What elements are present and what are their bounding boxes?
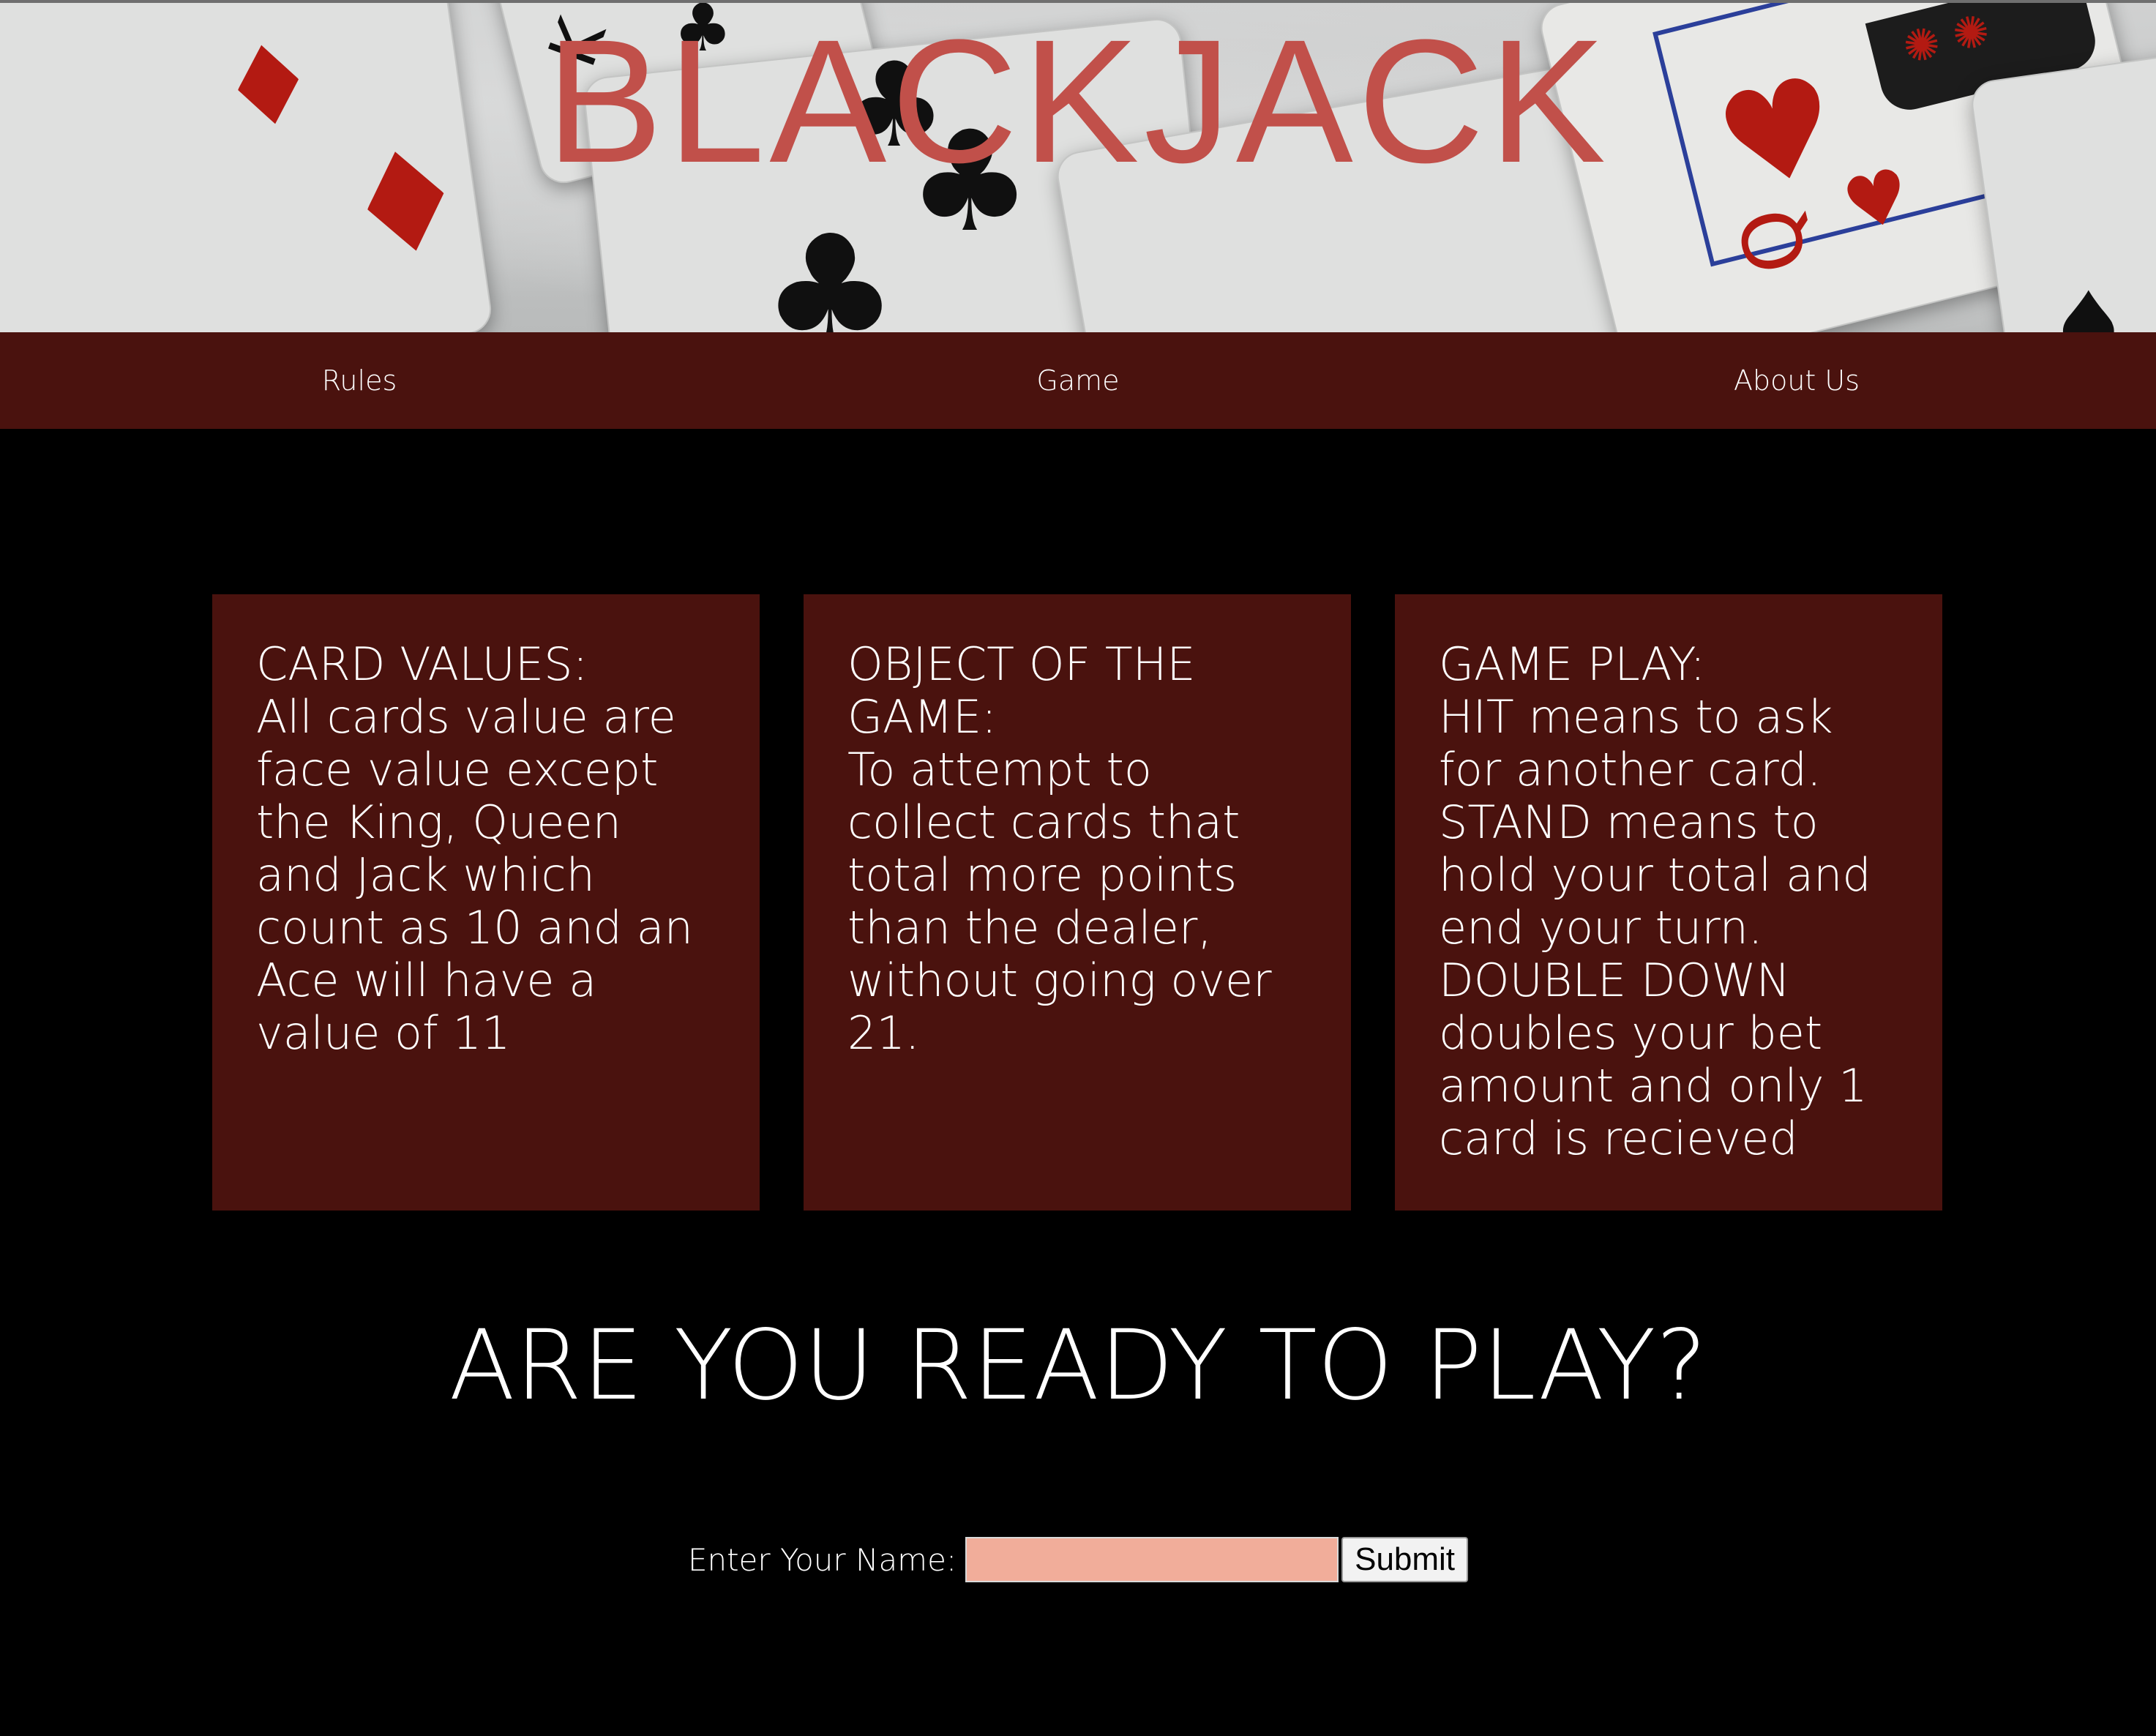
hero-banner: ♦ ♦ K ♣ ♥ ♣ ♣ ♣ ♥ ✺ ✺ ♥ ♥ Q ♠ BLACKJACK (0, 0, 2156, 332)
nav-game-link[interactable]: Game (719, 332, 1437, 429)
card-values-text: All cards value are face value except th… (256, 690, 693, 1060)
club-suit-icon: ♣ (761, 202, 899, 333)
rules-boxes: CARD VALUES: All cards value are face va… (212, 594, 1944, 1211)
card-values-title: CARD VALUES: (256, 637, 588, 691)
object-of-game-box: OBJECT OF THE GAME: To attempt to collec… (804, 594, 1351, 1211)
submit-button[interactable]: Submit (1341, 1537, 1469, 1582)
game-play-box: GAME PLAY: HIT means to ask for another … (1395, 594, 1942, 1211)
name-label: Enter Your Name: (687, 1541, 957, 1578)
object-of-game-title: OBJECT OF THE GAME: (847, 637, 1196, 744)
name-form: Enter Your Name: Submit (0, 1537, 2156, 1582)
spade-suit-icon: ♠ (2049, 274, 2128, 333)
main-nav: Rules Game About Us (0, 332, 2156, 429)
page-title: BLACKJACK (545, 3, 1611, 199)
name-input[interactable] (965, 1537, 1339, 1582)
ready-to-play-heading: ARE YOU READY TO PLAY? (449, 1309, 1707, 1422)
object-of-game-text: To attempt to collect cards that total m… (847, 743, 1272, 1060)
game-play-text: HIT means to ask for another card. STAND… (1439, 690, 1871, 1165)
card-values-box: CARD VALUES: All cards value are face va… (212, 594, 760, 1211)
nav-rules-link[interactable]: Rules (0, 332, 719, 429)
nav-about-us-link[interactable]: About Us (1437, 332, 2156, 429)
game-play-title: GAME PLAY: (1439, 637, 1706, 691)
